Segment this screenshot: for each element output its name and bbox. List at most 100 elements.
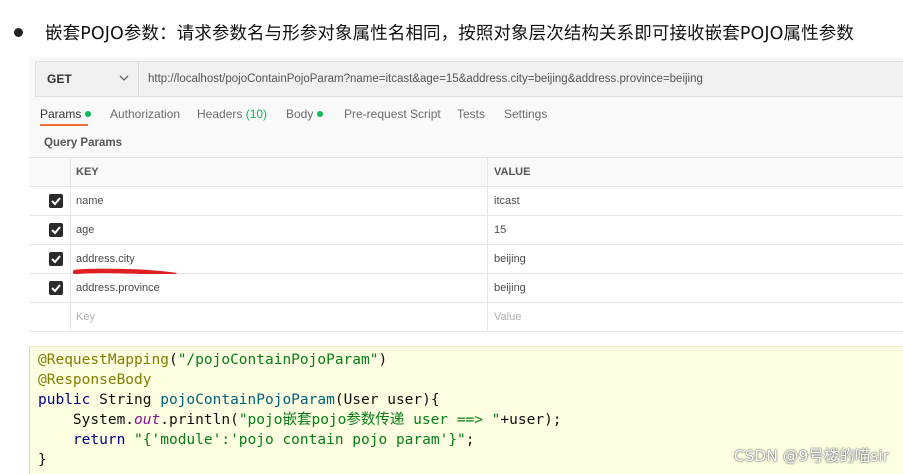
tab-params[interactable]: Params: [40, 105, 92, 123]
code-type: String: [90, 392, 161, 408]
code-line-1: @RequestMapping("/pojoContainPojoParam"): [38, 350, 387, 370]
code-call: .println(: [160, 412, 239, 428]
check-cell: [29, 274, 71, 302]
new-value-field[interactable]: Value: [488, 303, 903, 331]
checkmark-icon: [51, 226, 61, 235]
param-key: name: [76, 195, 104, 207]
tab-tests-label: Tests: [457, 107, 486, 121]
code-string: "/pojoContainPojoParam": [177, 352, 379, 368]
code-keyword: public: [38, 392, 91, 408]
tab-settings-label: Settings: [504, 107, 548, 121]
table-row-empty: Key Value: [29, 303, 903, 332]
value-cell[interactable]: 15: [488, 216, 903, 244]
header-key-cell: KEY: [70, 158, 488, 186]
code-line-2: @ResponseBody: [38, 370, 152, 390]
key-cell[interactable]: age: [70, 216, 488, 244]
param-key: age: [76, 224, 95, 236]
code-semicolon: ;: [465, 432, 475, 448]
code-paren-close: ): [378, 352, 388, 368]
value-placeholder: Value: [494, 311, 522, 323]
table-row: name itcast: [29, 187, 903, 216]
param-value: beijing: [494, 282, 526, 294]
tab-headers[interactable]: Headers (10): [197, 105, 267, 123]
url-input[interactable]: http://localhost/pojoContainPojoParam?na…: [148, 62, 703, 96]
code-receiver: System.: [72, 412, 135, 428]
tab-body[interactable]: Body: [286, 105, 324, 123]
request-tabs: Params Authorization Headers (10) Body P…: [29, 105, 903, 127]
table-row: age 15: [29, 216, 903, 245]
checkmark-icon: [51, 197, 61, 206]
code-line-5: return "{'module':'pojo contain pojo par…: [38, 430, 475, 450]
param-key: address.province: [76, 282, 160, 294]
code-rest: +user);: [500, 412, 562, 428]
header-check-cell: [29, 158, 71, 186]
tab-tests[interactable]: Tests: [457, 105, 485, 123]
table-row: address.province beijing: [29, 274, 903, 303]
header-value-cell: VALUE: [488, 158, 903, 186]
code-string: "pojo嵌套pojo参数传递 user ==> ": [238, 412, 501, 428]
value-column-header: VALUE: [494, 166, 531, 178]
code-paren-open: (: [168, 352, 178, 368]
tab-pre-request-script[interactable]: Pre-request Script: [344, 105, 441, 123]
query-params-title: Query Params: [44, 137, 122, 149]
check-cell: [29, 216, 71, 244]
url-bar: GET http://localhost/pojoContainPojoPara…: [35, 61, 903, 97]
table-row: address.city beijing: [29, 245, 903, 277]
check-cell: [29, 245, 71, 273]
method-select[interactable]: GET: [36, 62, 139, 96]
row-checkbox[interactable]: [49, 223, 63, 237]
code-brace: }: [38, 452, 47, 468]
tab-headers-label: Headers: [197, 107, 243, 121]
tab-authorization[interactable]: Authorization: [110, 105, 180, 123]
code-string: "{'module':'pojo contain pojo param'}": [134, 432, 466, 448]
check-cell: [29, 303, 71, 331]
param-value: itcast: [494, 195, 520, 207]
method-label: GET: [47, 72, 72, 86]
params-table: KEY VALUE name itcast age 15 address.cit…: [29, 157, 903, 332]
row-checkbox[interactable]: [49, 281, 63, 295]
tab-params-label: Params: [40, 107, 82, 121]
row-checkbox[interactable]: [49, 194, 63, 208]
body-indicator-icon: [317, 111, 324, 117]
value-cell[interactable]: itcast: [488, 187, 903, 215]
active-tab-underline: [40, 124, 88, 126]
row-checkbox[interactable]: [49, 252, 63, 266]
tab-settings[interactable]: Settings: [504, 105, 547, 123]
value-cell[interactable]: beijing: [488, 274, 903, 302]
key-cell[interactable]: name: [70, 187, 488, 215]
code-line-4: System.out.println("pojo嵌套pojo参数传递 user …: [38, 410, 562, 430]
param-value: beijing: [494, 253, 526, 265]
key-placeholder: Key: [76, 311, 95, 323]
tab-authorization-label: Authorization: [110, 107, 181, 121]
code-field: out: [134, 412, 161, 428]
checkmark-icon: [51, 255, 61, 264]
code-keyword: return: [72, 432, 126, 448]
table-header-row: KEY VALUE: [29, 158, 903, 187]
checkmark-icon: [51, 284, 61, 293]
heading-text: 嵌套POJO参数：请求参数名与形参对象属性名相同，按照对象层次结构关系即可接收嵌…: [45, 23, 854, 44]
watermark: CSDN @9号楼的喵sir: [733, 447, 889, 465]
code-annotation: @ResponseBody: [38, 372, 152, 388]
code-line-6: }: [38, 450, 47, 470]
code-params: (User user){: [334, 392, 440, 408]
headers-count: (10): [245, 107, 268, 121]
tab-body-label: Body: [286, 107, 314, 121]
code-annotation: @RequestMapping: [38, 352, 169, 368]
value-cell[interactable]: beijing: [488, 245, 903, 273]
request-panel: GET http://localhost/pojoContainPojoPara…: [29, 57, 903, 332]
check-cell: [29, 187, 71, 215]
bullet-heading: 嵌套POJO参数：请求参数名与形参对象属性名相同，按照对象层次结构关系即可接收嵌…: [14, 18, 854, 46]
tab-pre-request-label: Pre-request Script: [344, 107, 441, 121]
key-column-header: KEY: [76, 166, 99, 178]
param-value: 15: [494, 224, 507, 236]
code-line-3: public String pojoContainPojoParam(User …: [38, 390, 440, 410]
params-indicator-icon: [85, 111, 92, 117]
key-cell[interactable]: address.province: [70, 274, 488, 302]
chevron-down-icon: [119, 75, 129, 81]
code-method-name: pojoContainPojoParam: [160, 392, 335, 408]
new-key-field[interactable]: Key: [70, 303, 488, 331]
bullet-dot-icon: [14, 27, 23, 37]
